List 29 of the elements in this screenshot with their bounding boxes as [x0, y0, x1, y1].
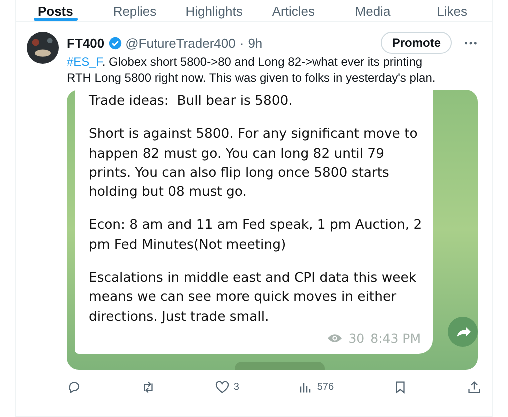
view-count: 30 [348, 331, 365, 346]
message-time: 8:43 PM [370, 331, 421, 346]
separator-dot: · [240, 36, 244, 50]
profile-tab[interactable]: Highlights [174, 0, 254, 21]
action-count: 576 [317, 382, 334, 393]
post-time[interactable]: 9h [248, 36, 263, 50]
message-paragraph: Short is against 5800. For any significant move to happen 82 must go. You can long 82 until 79 prints. You can also flip long once 5800 starts holding but 08 must go. [89, 126, 419, 202]
share-icon[interactable] [466, 380, 482, 395]
reply-icon[interactable] [67, 380, 82, 395]
bar-chart-icon[interactable] [298, 380, 314, 395]
profile-tab[interactable]: Likes [412, 0, 492, 21]
tab-underline [34, 18, 78, 21]
message-paragraph: Econ: 8 am and 11 am Fed speak, 1 pm Auction, 2 pm Fed Minutes(Not meeting) [89, 217, 423, 255]
bookmark-icon[interactable] [393, 380, 408, 395]
profile-tab[interactable]: Media [333, 0, 413, 21]
profile-tab[interactable]: Posts [16, 0, 96, 21]
more-icon[interactable] [464, 40, 478, 46]
promote-button[interactable]: Promote [381, 32, 452, 54]
message-paragraph: Escalations in middle east and CPI data this week means we can see more quick moves in either directions. Just trade small. [89, 270, 418, 327]
action-count: 3 [234, 382, 240, 393]
profile-tab[interactable]: Articles [254, 0, 334, 21]
author-name[interactable]: FT400 [67, 36, 105, 50]
message-paragraph: Trade ideas: Bull bear is 5800. [89, 93, 294, 111]
heart-icon[interactable] [214, 380, 230, 395]
avatar [27, 32, 59, 64]
profile-tab[interactable]: Replies [95, 0, 175, 21]
post-text: #ES_F. Globex short 5800->80 and Long 82->what ever its printing RTH Long 5800 right now. This was given to folks in yesterday's plan. [67, 54, 437, 86]
eye-icon [326, 333, 343, 344]
author-handle[interactable]: @FutureTrader400 [126, 36, 236, 50]
